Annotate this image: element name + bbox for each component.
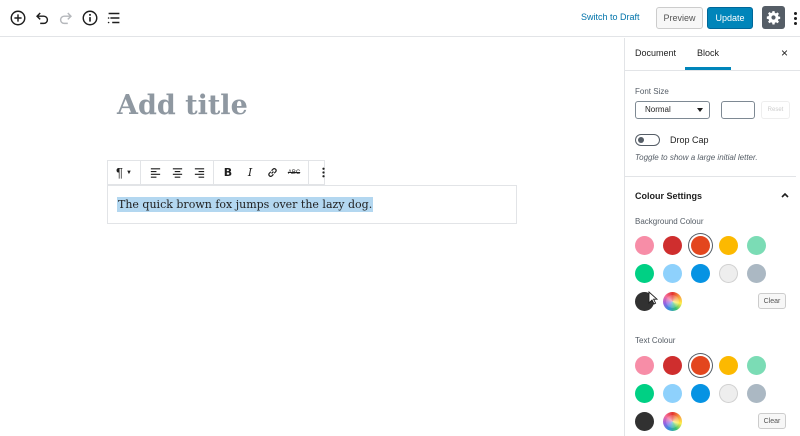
drop-cap-label: Drop Cap (670, 135, 709, 145)
clear-background-button[interactable]: Clear (758, 293, 786, 309)
redo-icon[interactable] (56, 8, 76, 28)
formatting-group: B I ABC (214, 161, 309, 184)
drop-cap-help: Toggle to show a large initial letter. (635, 153, 758, 162)
background-colour-swatch[interactable] (635, 236, 654, 255)
text-colour-swatch[interactable] (719, 356, 738, 375)
editor-canvas: Add title ¶ ▼ B I ABC The quick brown fo… (0, 38, 624, 436)
background-colour-swatch[interactable] (663, 264, 682, 283)
paragraph-text[interactable]: The quick brown fox jumps over the lazy … (117, 197, 374, 212)
background-colour-swatch[interactable] (747, 264, 766, 283)
font-size-label: Font Size (635, 87, 669, 96)
add-block-icon[interactable] (8, 8, 28, 28)
editor-header: Switch to Draft Preview Update (0, 0, 800, 37)
strikethrough-button[interactable]: ABC (283, 163, 305, 183)
clear-text-button[interactable]: Clear (758, 413, 786, 429)
text-colour-swatch[interactable] (663, 356, 682, 375)
text-colour-label: Text Colour (635, 336, 676, 345)
background-colour-swatch[interactable] (719, 264, 738, 283)
italic-button[interactable]: I (239, 163, 261, 183)
background-colour-swatch[interactable] (719, 236, 738, 255)
text-colour-swatch[interactable] (719, 384, 738, 403)
background-colour-swatch[interactable] (691, 236, 710, 255)
more-options-group (309, 161, 337, 184)
settings-button[interactable] (762, 6, 785, 29)
alignment-group (141, 161, 214, 184)
colour-settings-title[interactable]: Colour Settings (635, 191, 702, 201)
chevron-up-icon[interactable] (780, 190, 790, 200)
text-colour-swatch[interactable] (663, 384, 682, 403)
chevron-down-icon: ▼ (126, 169, 132, 176)
tab-document[interactable]: Document (635, 48, 676, 58)
drop-cap-toggle[interactable] (635, 134, 660, 146)
outline-icon[interactable] (104, 8, 124, 28)
undo-icon[interactable] (32, 8, 52, 28)
mouse-cursor-icon (648, 291, 658, 305)
panel-divider (625, 176, 796, 177)
sidebar-scrollbar[interactable] (796, 76, 799, 432)
more-menu-icon[interactable] (791, 8, 799, 28)
custom-font-size-input[interactable] (721, 101, 755, 119)
paragraph-block[interactable]: The quick brown fox jumps over the lazy … (107, 185, 517, 224)
text-colour-swatch[interactable] (691, 384, 710, 403)
font-size-select[interactable]: Normal (635, 101, 710, 119)
switch-to-draft-link[interactable]: Switch to Draft (581, 12, 640, 22)
text-colour-swatch[interactable] (635, 412, 654, 431)
background-colour-swatch[interactable] (691, 264, 710, 283)
background-colour-custom-colour-picker-icon[interactable] (663, 292, 682, 311)
block-more-options-icon[interactable] (312, 163, 334, 183)
text-colour-swatch[interactable] (635, 356, 654, 375)
update-button[interactable]: Update (707, 7, 753, 29)
align-center-icon[interactable] (166, 163, 188, 183)
block-toolbar: ¶ ▼ B I ABC (107, 160, 325, 185)
preview-button[interactable]: Preview (656, 7, 703, 29)
settings-sidebar: Document Block × Font Size Normal Reset … (624, 38, 800, 436)
text-colour-custom-colour-picker-icon[interactable] (663, 412, 682, 431)
info-icon[interactable] (80, 8, 100, 28)
chevron-down-icon (697, 108, 703, 112)
sidebar-tabs: Document Block × (625, 38, 800, 71)
block-type-switcher[interactable]: ¶ ▼ (111, 163, 137, 183)
paragraph-icon: ¶ (116, 165, 124, 180)
background-colour-swatch[interactable] (747, 236, 766, 255)
text-colour-swatch[interactable] (747, 384, 766, 403)
reset-button[interactable]: Reset (761, 101, 790, 119)
font-size-value: Normal (645, 105, 671, 114)
align-right-icon[interactable] (188, 163, 210, 183)
bold-button[interactable]: B (217, 163, 239, 183)
link-icon[interactable] (261, 163, 283, 183)
close-icon[interactable]: × (781, 46, 788, 60)
background-colour-label: Background Colour (635, 217, 704, 226)
tab-block[interactable]: Block (684, 48, 732, 70)
post-title-input[interactable]: Add title (117, 90, 248, 121)
background-colour-swatch[interactable] (635, 264, 654, 283)
block-switcher-group: ¶ ▼ (108, 161, 141, 184)
align-left-icon[interactable] (144, 163, 166, 183)
background-colour-swatch[interactable] (663, 236, 682, 255)
text-colour-swatch[interactable] (747, 356, 766, 375)
text-colour-swatch[interactable] (691, 356, 710, 375)
text-colour-swatch[interactable] (635, 384, 654, 403)
gear-icon (766, 11, 781, 25)
